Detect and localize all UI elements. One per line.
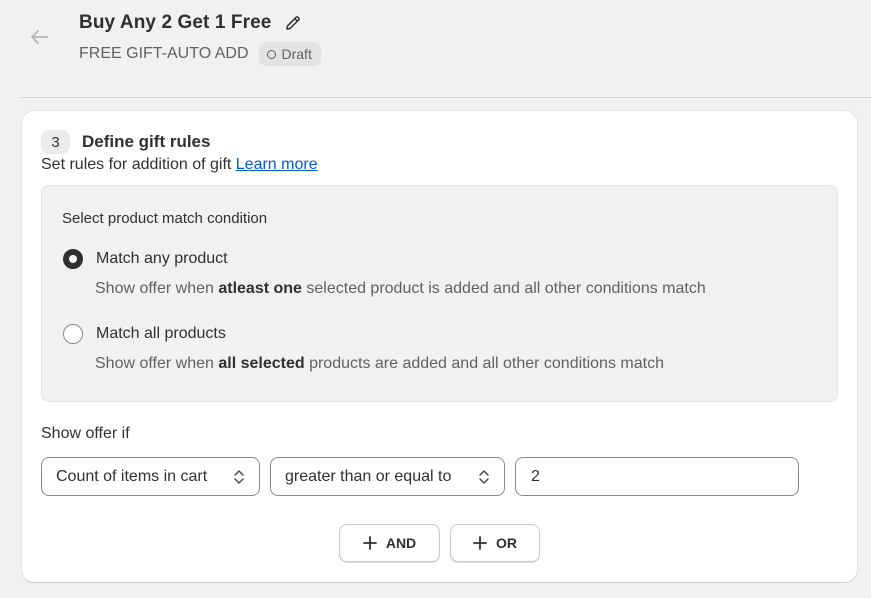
rule-value-input[interactable]: 2 bbox=[515, 457, 799, 496]
help-prefix: Show offer when bbox=[95, 355, 214, 372]
step-description: Set rules for addition of gift Learn mor… bbox=[41, 156, 318, 174]
match-condition-heading: Select product match condition bbox=[62, 210, 268, 227]
pencil-icon bbox=[286, 16, 301, 30]
help-prefix: Show offer when bbox=[95, 280, 214, 297]
arrow-left-icon bbox=[31, 30, 48, 44]
status-badge: Draft bbox=[258, 42, 321, 66]
header-divider bbox=[20, 97, 871, 98]
rule-value-text: 2 bbox=[531, 467, 540, 485]
radio-match-all-products[interactable]: Match all products bbox=[63, 324, 226, 344]
page-subtitle: FREE GIFT-AUTO ADD bbox=[79, 45, 249, 62]
radio-label: Match all products bbox=[96, 325, 226, 342]
add-and-condition-button[interactable]: AND bbox=[339, 524, 440, 562]
and-button-label: AND bbox=[385, 535, 417, 551]
radio-label: Match any product bbox=[96, 250, 228, 267]
step-title: Define gift rules bbox=[82, 132, 211, 151]
radio-button-unchecked[interactable] bbox=[63, 324, 83, 344]
show-offer-label: Show offer if bbox=[41, 425, 130, 442]
radio-help-text: Show offer when all selected products ar… bbox=[95, 355, 664, 373]
back-button[interactable] bbox=[26, 24, 52, 50]
match-condition-panel: Select product match condition Match any… bbox=[41, 185, 838, 402]
status-badge-label: Draft bbox=[281, 46, 312, 62]
help-bold: all selected bbox=[218, 355, 305, 372]
edit-title-button[interactable] bbox=[283, 13, 303, 33]
radio-match-any-product[interactable]: Match any product bbox=[63, 249, 228, 269]
rule-field-value: Count of items in cart bbox=[56, 467, 208, 485]
rule-operator-select[interactable]: greater than or equal to bbox=[270, 457, 505, 496]
help-bold: atleast one bbox=[218, 280, 302, 297]
help-suffix: products are added and all other conditi… bbox=[309, 355, 664, 372]
radio-button-checked[interactable] bbox=[63, 249, 83, 269]
learn-more-link[interactable]: Learn more bbox=[236, 156, 318, 173]
radio-help-text: Show offer when atleast one selected pro… bbox=[95, 280, 706, 298]
gift-rules-card: 3 Define gift rules Set rules for additi… bbox=[22, 111, 857, 582]
circle-outline-icon bbox=[266, 49, 276, 59]
rule-field-select[interactable]: Count of items in cart bbox=[41, 457, 260, 496]
step-description-text: Set rules for addition of gift bbox=[41, 156, 232, 173]
chevron-up-down-icon bbox=[479, 470, 489, 484]
chevron-up-down-icon bbox=[234, 470, 244, 484]
step-number: 3 bbox=[41, 130, 70, 154]
plus-icon bbox=[362, 536, 377, 550]
page-title: Buy Any 2 Get 1 Free bbox=[79, 12, 272, 33]
or-button-label: OR bbox=[496, 535, 517, 551]
help-suffix: selected product is added and all other … bbox=[306, 280, 706, 297]
rule-operator-value: greater than or equal to bbox=[285, 467, 452, 485]
plus-icon bbox=[473, 536, 487, 550]
add-or-condition-button[interactable]: OR bbox=[450, 524, 540, 562]
